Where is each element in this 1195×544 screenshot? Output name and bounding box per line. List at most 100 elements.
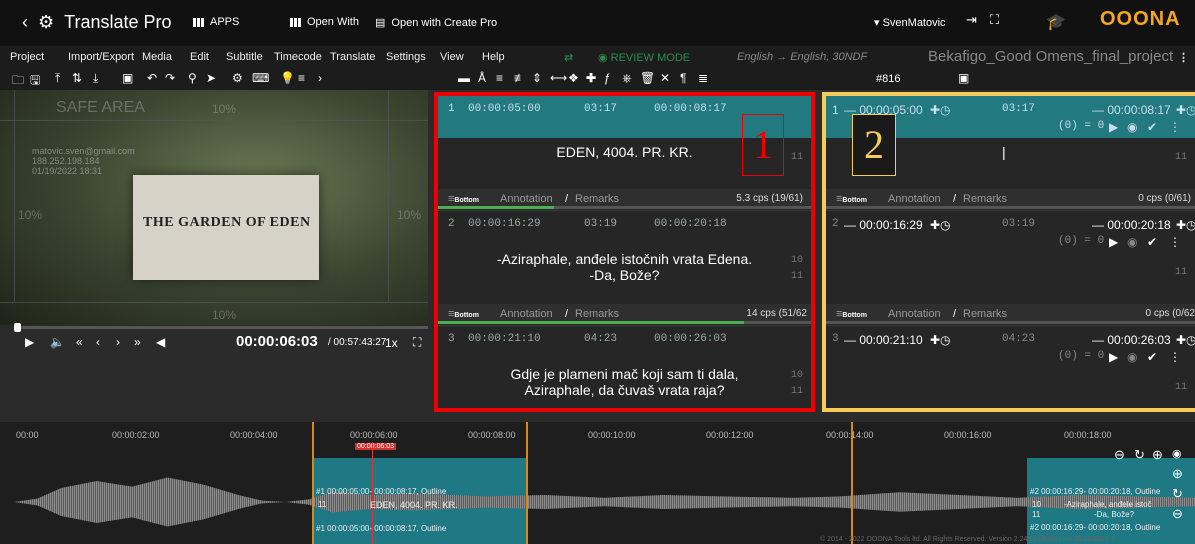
check-icon[interactable]: ✔ <box>1147 120 1157 134</box>
mark-icon[interactable]: ◀ <box>156 335 165 349</box>
grid-view-icon[interactable]: ▣ <box>958 71 969 85</box>
more-icon[interactable]: ⋮ <box>1178 51 1189 64</box>
add-time-icon[interactable]: ✚◷ <box>930 103 951 117</box>
segment-boundary[interactable] <box>526 422 528 544</box>
add-time-icon[interactable]: ✚◷ <box>930 333 951 347</box>
subtitle-row[interactable]: 2 00:00:16:29 03:19 00:00:20:18 -Aziraph… <box>438 211 811 326</box>
subtitle-text[interactable]: -Aziraphale, anđele istočnih vrata Edena… <box>438 251 811 283</box>
annotation-link[interactable]: Annotation <box>888 308 941 320</box>
tag-icon[interactable]: ◉ <box>1127 235 1137 249</box>
menu-help[interactable]: Help <box>482 51 505 63</box>
back-icon[interactable]: ‹ <box>22 12 28 33</box>
font-icon[interactable]: Å <box>478 71 486 85</box>
tag-icon[interactable]: ◉ <box>1127 350 1137 364</box>
add-icon[interactable]: ⊕ <box>1172 466 1183 482</box>
in-timecode[interactable]: — 00:00:16:29 <box>844 218 923 232</box>
fullscreen-icon[interactable]: ⛶ <box>990 12 999 28</box>
list-icon[interactable]: ≡ <box>298 71 305 85</box>
menu-view[interactable]: View <box>440 51 464 63</box>
subtitle-block-icon[interactable]: ▬ <box>458 71 470 85</box>
subtitle-text[interactable]: Gdje je plameni mač koji sam ti dala, Az… <box>438 366 811 398</box>
review-mode-toggle[interactable]: ◉ REVIEW MODE <box>598 51 690 64</box>
remarks-link[interactable]: Remarks <box>963 308 1007 320</box>
play-icon[interactable]: ▶ <box>1109 120 1118 134</box>
sync-icon[interactable]: ⇄ <box>564 51 573 64</box>
timeline[interactable]: 00:00 00:00:02:00 00:00:04:00 00:00:06:0… <box>0 422 1195 544</box>
graduation-cap-icon[interactable]: 🎓 <box>1046 12 1066 32</box>
eye-icon[interactable]: ◉ <box>1172 447 1182 460</box>
check-icon[interactable]: ✔ <box>1147 235 1157 249</box>
play-icon[interactable]: ▶ <box>1109 350 1118 364</box>
subtitle-row[interactable]: 3 00:00:21:10 04:23 00:00:26:03 Gdje je … <box>438 326 811 408</box>
remarks-link[interactable]: Remarks <box>575 193 619 205</box>
open-with-button[interactable]: Open With <box>290 16 359 28</box>
save-icon[interactable]: 🖫 <box>30 71 40 92</box>
text-cursor[interactable]: | <box>1002 144 1006 160</box>
swap-icon[interactable]: ⇅ <box>72 71 82 85</box>
segment-boundary[interactable] <box>312 422 314 544</box>
chevron-right-icon[interactable]: › <box>318 71 322 85</box>
download-icon[interactable]: ⤓ <box>93 71 98 86</box>
refresh-icon[interactable]: ↻ <box>1172 486 1183 502</box>
keyboard-icon[interactable]: ⌨ <box>252 71 269 85</box>
check-icon[interactable]: ✔ <box>1147 350 1157 364</box>
split-icon[interactable]: ⟷ <box>550 71 567 85</box>
zoom-out-icon[interactable]: ⊖ <box>1114 447 1125 463</box>
remarks-link[interactable]: Remarks <box>575 308 619 320</box>
menu-translate[interactable]: Translate <box>330 51 375 63</box>
subtitle-row[interactable]: 2 — 00:00:16:29 ✚◷ 03:19 — 00:00:20:18 ✚… <box>826 211 1195 326</box>
gear-icon[interactable]: ⚙ <box>232 71 243 85</box>
close-icon[interactable]: ✕ <box>660 71 670 85</box>
menu-timecode[interactable]: Timecode <box>274 51 322 63</box>
open-create-pro-button[interactable]: ▤ Open with Create Pro <box>375 16 497 30</box>
annotation-link[interactable]: Annotation <box>500 193 553 205</box>
pilcrow-icon[interactable]: ¶ <box>680 71 686 85</box>
segment-boundary[interactable] <box>851 422 853 544</box>
redo-icon[interactable]: ↷ <box>165 71 175 85</box>
italic-f-icon[interactable]: ƒ <box>604 71 611 85</box>
fullscreen-icon[interactable]: ⛶ <box>413 335 421 350</box>
video-icon[interactable]: ▣ <box>122 71 133 85</box>
rewind-icon[interactable]: « <box>76 335 83 349</box>
user-menu[interactable]: ▾ SvenMatovic <box>874 16 946 29</box>
step-forward-icon[interactable]: › <box>116 335 120 349</box>
play-icon[interactable]: ➤ <box>206 71 216 85</box>
zoom-in-icon[interactable]: ⊕ <box>1152 447 1163 463</box>
remarks-link[interactable]: Remarks <box>963 193 1007 205</box>
add-time-icon[interactable]: ✚◷ <box>930 218 951 232</box>
annotation-link[interactable]: Annotation <box>500 308 553 320</box>
menu-subtitle[interactable]: Subtitle <box>226 51 263 63</box>
delete-icon[interactable]: 🗑 <box>640 71 655 85</box>
step-back-icon[interactable]: ‹ <box>96 335 100 349</box>
play-icon[interactable]: ▶ <box>1109 235 1118 249</box>
position-icon[interactable]: ⇕ <box>532 71 542 85</box>
speed-button[interactable]: 1x <box>385 336 398 350</box>
menu-lines-icon[interactable]: ≣ <box>698 71 708 85</box>
more-icon[interactable]: ⋮ <box>1169 350 1181 364</box>
apps-button[interactable]: APPS <box>193 16 239 28</box>
subtitle-row[interactable]: 3 — 00:00:21:10 ✚◷ 04:23 — 00:00:26:03 ✚… <box>826 326 1195 408</box>
out-timecode[interactable]: — 00:00:26:03 <box>1092 333 1171 347</box>
position-bottom[interactable]: ≡ Bottom <box>448 193 479 205</box>
menu-project[interactable]: Project <box>10 51 44 63</box>
play-icon[interactable]: ▶ <box>25 335 34 349</box>
add-time-icon[interactable]: ✚◷ <box>1176 333 1195 347</box>
bulb-icon[interactable]: 💡 <box>280 71 295 85</box>
link-icon[interactable]: ❖ <box>568 71 579 85</box>
menu-media[interactable]: Media <box>142 51 172 63</box>
upload-icon[interactable]: ⤒ <box>55 71 60 86</box>
out-timecode[interactable]: — 00:00:20:18 <box>1092 218 1171 232</box>
menu-import-export[interactable]: Import/Export <box>68 51 134 63</box>
folder-icon[interactable]: 🗀 <box>12 71 24 92</box>
position-bottom[interactable]: ≡ Bottom <box>836 193 867 205</box>
more-icon[interactable]: ⋮ <box>1169 235 1181 249</box>
add-time-icon[interactable]: ✚◷ <box>1176 218 1195 232</box>
out-timecode[interactable]: — 00:00:08:17 <box>1092 103 1171 117</box>
add-subtitle-icon[interactable]: ✚ <box>586 71 596 85</box>
reset-icon[interactable]: ↻ <box>1134 447 1145 463</box>
tag-icon[interactable]: ◉ <box>1127 120 1137 134</box>
menu-settings[interactable]: Settings <box>386 51 426 63</box>
more-icon[interactable]: ⋮ <box>1169 120 1181 134</box>
in-timecode[interactable]: — 00:00:21:10 <box>844 333 923 347</box>
logout-icon[interactable]: ⇥ <box>966 12 977 28</box>
